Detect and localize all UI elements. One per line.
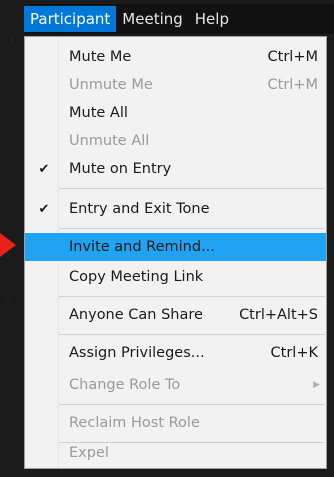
menu-item-shortcut: Ctrl+K [270,345,318,361]
menu-item-label: Unmute All [69,133,150,149]
menu-item-mute-me[interactable]: Mute Me Ctrl+M [25,43,326,71]
menu-separator [59,188,325,189]
menu-item-label: Mute Me [69,49,132,65]
menu-item-label: Mute All [69,105,128,121]
menu-item-label: Anyone Can Share [69,307,203,323]
menu-item-label: Unmute Me [69,77,153,93]
menu-participant[interactable]: Participant [24,6,117,32]
menu-item-mute-all[interactable]: Mute All [25,99,326,127]
menu-item-expel[interactable]: Expel [25,439,326,467]
checkmark-icon: ✔ [38,201,50,217]
red-arrow-pointer-icon [0,233,16,257]
menu-item-label: Assign Privileges... [69,345,205,361]
menu-item-label: Change Role To [69,377,181,393]
menu-separator [59,228,325,229]
menu-meeting[interactable]: Meeting [116,6,188,32]
screenshot-stage: Participant Meeting Help Mute Me Ctrl+M … [0,0,334,477]
menu-item-anyone-can-share[interactable]: Anyone Can Share Ctrl+Alt+S [25,301,326,329]
menu-item-label: Mute on Entry [69,161,172,177]
menu-item-invite-and-remind[interactable]: Invite and Remind... [25,233,326,261]
participant-dropdown-menu: Mute Me Ctrl+M Unmute Me Ctrl+M Mute All… [24,36,327,469]
menu-item-label: Expel [69,445,109,461]
menu-item-label: Reclaim Host Role [69,415,200,431]
menu-item-entry-exit-tone[interactable]: ✔ Entry and Exit Tone [25,195,326,223]
menu-separator [59,334,325,335]
menu-item-shortcut: Ctrl+Alt+S [239,307,318,323]
menu-item-change-role-to[interactable]: Change Role To ▶ [25,371,326,399]
checkmark-icon: ✔ [38,161,50,177]
menu-item-shortcut: Ctrl+M [267,49,318,65]
menu-item-unmute-me[interactable]: Unmute Me Ctrl+M [25,71,326,99]
menu-item-unmute-all[interactable]: Unmute All [25,127,326,155]
menu-item-assign-privileges[interactable]: Assign Privileges... Ctrl+K [25,339,326,367]
menu-item-reclaim-host-role[interactable]: Reclaim Host Role [25,409,326,437]
menu-separator [59,404,325,405]
menu-item-label: Entry and Exit Tone [69,201,210,217]
menu-help[interactable]: Help [189,6,235,32]
menu-item-label: Copy Meeting Link [69,269,204,285]
menu-item-mute-on-entry[interactable]: ✔ Mute on Entry [25,155,326,183]
menu-bar: Participant Meeting Help [24,4,334,34]
menu-item-label: Invite and Remind... [69,239,215,255]
menu-item-shortcut: Ctrl+M [267,77,318,93]
submenu-arrow-icon: ▶ [313,380,320,390]
menu-item-copy-meeting-link[interactable]: Copy Meeting Link [25,263,326,291]
menu-separator [59,296,325,297]
